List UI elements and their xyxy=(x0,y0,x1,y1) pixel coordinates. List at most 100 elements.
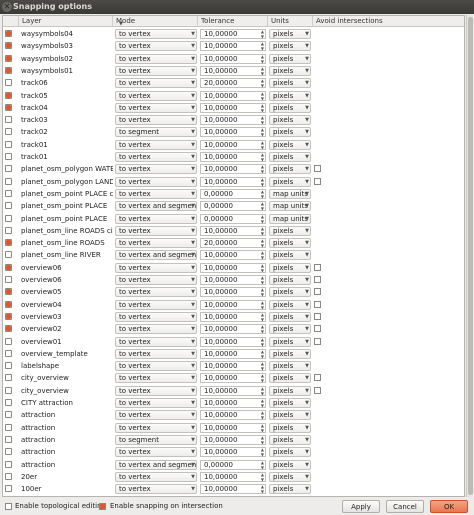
tolerance-input[interactable]: 10,00000 ▲ ▼ xyxy=(200,348,266,359)
units-select[interactable]: pixels ▼ xyxy=(269,53,311,64)
tolerance-input[interactable]: 10,00000 ▲ ▼ xyxy=(200,176,266,187)
units-select[interactable]: pixels ▼ xyxy=(269,336,311,347)
mode-select[interactable]: to vertex and segment ▼ xyxy=(115,250,197,261)
tolerance-input[interactable]: 10,00000 ▲ ▼ xyxy=(200,275,266,285)
tolerance-input[interactable]: 10,00000 ▲ ▼ xyxy=(200,336,266,347)
layer-enable-checkbox[interactable] xyxy=(5,66,12,74)
tolerance-input[interactable]: 10,00000 ▲ ▼ xyxy=(200,41,266,52)
spin-arrows-icon[interactable]: ▲ ▼ xyxy=(261,41,264,51)
layer-enable-checkbox[interactable] xyxy=(5,472,12,480)
layer-enable-checkbox[interactable] xyxy=(5,189,12,197)
cancel-button[interactable]: Cancel xyxy=(386,500,424,513)
avoid-intersections-checkbox[interactable] xyxy=(314,374,321,382)
units-select[interactable]: pixels ▼ xyxy=(269,29,311,39)
mode-select[interactable]: to vertex ▼ xyxy=(115,299,197,310)
mode-select[interactable]: to vertex ▼ xyxy=(115,78,197,89)
tolerance-input[interactable]: 10,00000 ▲ ▼ xyxy=(200,410,266,421)
header-layer[interactable]: Layer ▼ xyxy=(19,16,123,27)
tolerance-input[interactable]: 10,00000 ▲ ▼ xyxy=(200,127,266,138)
units-select[interactable]: pixels ▼ xyxy=(269,152,311,162)
mode-select[interactable]: to vertex and segment ▼ xyxy=(115,201,197,212)
units-select[interactable]: pixels ▼ xyxy=(269,348,311,359)
units-select[interactable]: pixels ▼ xyxy=(269,250,311,261)
units-select[interactable]: pixels ▼ xyxy=(269,361,311,372)
layer-enable-checkbox[interactable] xyxy=(5,300,12,308)
mode-select[interactable]: to vertex ▼ xyxy=(115,373,197,384)
spin-arrows-icon[interactable]: ▲ ▼ xyxy=(261,410,264,420)
spin-arrows-icon[interactable]: ▲ ▼ xyxy=(261,386,264,396)
spin-arrows-icon[interactable]: ▲ ▼ xyxy=(261,484,264,494)
tolerance-input[interactable]: 10,00000 ▲ ▼ xyxy=(200,102,266,113)
layer-enable-checkbox[interactable] xyxy=(5,177,12,185)
layer-enable-checkbox[interactable] xyxy=(5,374,12,382)
tolerance-input[interactable]: 10,00000 ▲ ▼ xyxy=(200,250,266,261)
spin-arrows-icon[interactable]: ▲ ▼ xyxy=(261,472,264,482)
layer-enable-checkbox[interactable] xyxy=(5,153,12,160)
units-select[interactable]: pixels ▼ xyxy=(269,287,311,298)
avoid-intersections-checkbox[interactable] xyxy=(314,386,321,394)
mode-select[interactable]: to vertex ▼ xyxy=(115,484,197,495)
snapping-intersection-checkbox[interactable] xyxy=(99,503,106,510)
mode-select[interactable]: to vertex ▼ xyxy=(115,361,197,372)
spin-arrows-icon[interactable]: ▲ ▼ xyxy=(261,201,264,211)
tolerance-input[interactable]: 10,00000 ▲ ▼ xyxy=(200,65,266,76)
units-select[interactable]: pixels ▼ xyxy=(269,41,311,52)
layer-enable-checkbox[interactable] xyxy=(5,448,12,456)
units-select[interactable]: pixels ▼ xyxy=(269,422,311,433)
spin-arrows-icon[interactable]: ▲ ▼ xyxy=(261,263,264,273)
spin-arrows-icon[interactable]: ▲ ▼ xyxy=(261,54,264,64)
tolerance-input[interactable]: 10,00000 ▲ ▼ xyxy=(200,471,266,482)
tolerance-input[interactable]: 10,00000 ▲ ▼ xyxy=(200,90,266,101)
layer-enable-checkbox[interactable] xyxy=(5,337,12,345)
layer-enable-checkbox[interactable] xyxy=(5,276,12,283)
units-select[interactable]: pixels ▼ xyxy=(269,78,311,89)
avoid-intersections-checkbox[interactable] xyxy=(314,325,321,333)
avoid-intersections-checkbox[interactable] xyxy=(314,300,321,308)
mode-select[interactable]: to vertex ▼ xyxy=(115,176,197,187)
layer-enable-checkbox[interactable] xyxy=(5,325,12,333)
tolerance-input[interactable]: 10,00000 ▲ ▼ xyxy=(200,398,266,408)
layer-enable-checkbox[interactable] xyxy=(5,165,12,173)
avoid-intersections-checkbox[interactable] xyxy=(314,263,321,271)
tolerance-input[interactable]: 20,00000 ▲ ▼ xyxy=(200,78,266,89)
layer-enable-checkbox[interactable] xyxy=(5,288,12,296)
spin-arrows-icon[interactable]: ▲ ▼ xyxy=(261,460,264,470)
layer-enable-checkbox[interactable] xyxy=(5,79,12,87)
units-select[interactable]: pixels ▼ xyxy=(269,176,311,187)
mode-select[interactable]: to vertex ▼ xyxy=(115,164,197,175)
units-select[interactable]: pixels ▼ xyxy=(269,225,311,236)
units-select[interactable]: pixels ▼ xyxy=(269,275,311,285)
mode-select[interactable]: to vertex ▼ xyxy=(115,262,197,273)
tolerance-input[interactable]: 0,00000 ▲ ▼ xyxy=(200,201,266,212)
units-select[interactable]: pixels ▼ xyxy=(269,164,311,175)
mode-select[interactable]: to vertex ▼ xyxy=(115,287,197,298)
tolerance-input[interactable]: 10,00000 ▲ ▼ xyxy=(200,324,266,335)
units-select[interactable]: pixels ▼ xyxy=(269,398,311,408)
layer-enable-checkbox[interactable] xyxy=(5,362,12,370)
tolerance-input[interactable]: 10,00000 ▲ ▼ xyxy=(200,385,266,396)
units-select[interactable]: pixels ▼ xyxy=(269,373,311,384)
mode-select[interactable]: to vertex ▼ xyxy=(115,102,197,113)
units-select[interactable]: pixels ▼ xyxy=(269,324,311,335)
tolerance-input[interactable]: 10,00000 ▲ ▼ xyxy=(200,29,266,39)
tolerance-input[interactable]: 10,00000 ▲ ▼ xyxy=(200,139,266,150)
layer-enable-checkbox[interactable] xyxy=(5,312,12,320)
spin-arrows-icon[interactable]: ▲ ▼ xyxy=(261,115,264,125)
units-select[interactable]: pixels ▼ xyxy=(269,262,311,273)
layer-enable-checkbox[interactable] xyxy=(5,54,12,62)
spin-arrows-icon[interactable]: ▲ ▼ xyxy=(261,435,264,445)
spin-arrows-icon[interactable]: ▲ ▼ xyxy=(261,66,264,76)
spin-arrows-icon[interactable]: ▲ ▼ xyxy=(261,189,264,199)
mode-select[interactable]: to vertex ▼ xyxy=(115,447,197,458)
mode-select[interactable]: to vertex ▼ xyxy=(115,152,197,162)
header-avoid-intersections[interactable]: Avoid intersections xyxy=(313,16,464,27)
avoid-intersections-checkbox[interactable] xyxy=(314,177,321,185)
spin-arrows-icon[interactable]: ▲ ▼ xyxy=(261,447,264,457)
tolerance-input[interactable]: 10,00000 ▲ ▼ xyxy=(200,164,266,175)
mode-select[interactable]: to vertex ▼ xyxy=(115,422,197,433)
spin-arrows-icon[interactable]: ▲ ▼ xyxy=(261,103,264,113)
layer-enable-checkbox[interactable] xyxy=(5,485,12,493)
layer-enable-checkbox[interactable] xyxy=(5,399,12,406)
units-select[interactable]: pixels ▼ xyxy=(269,65,311,76)
mode-select[interactable]: to vertex ▼ xyxy=(115,385,197,396)
